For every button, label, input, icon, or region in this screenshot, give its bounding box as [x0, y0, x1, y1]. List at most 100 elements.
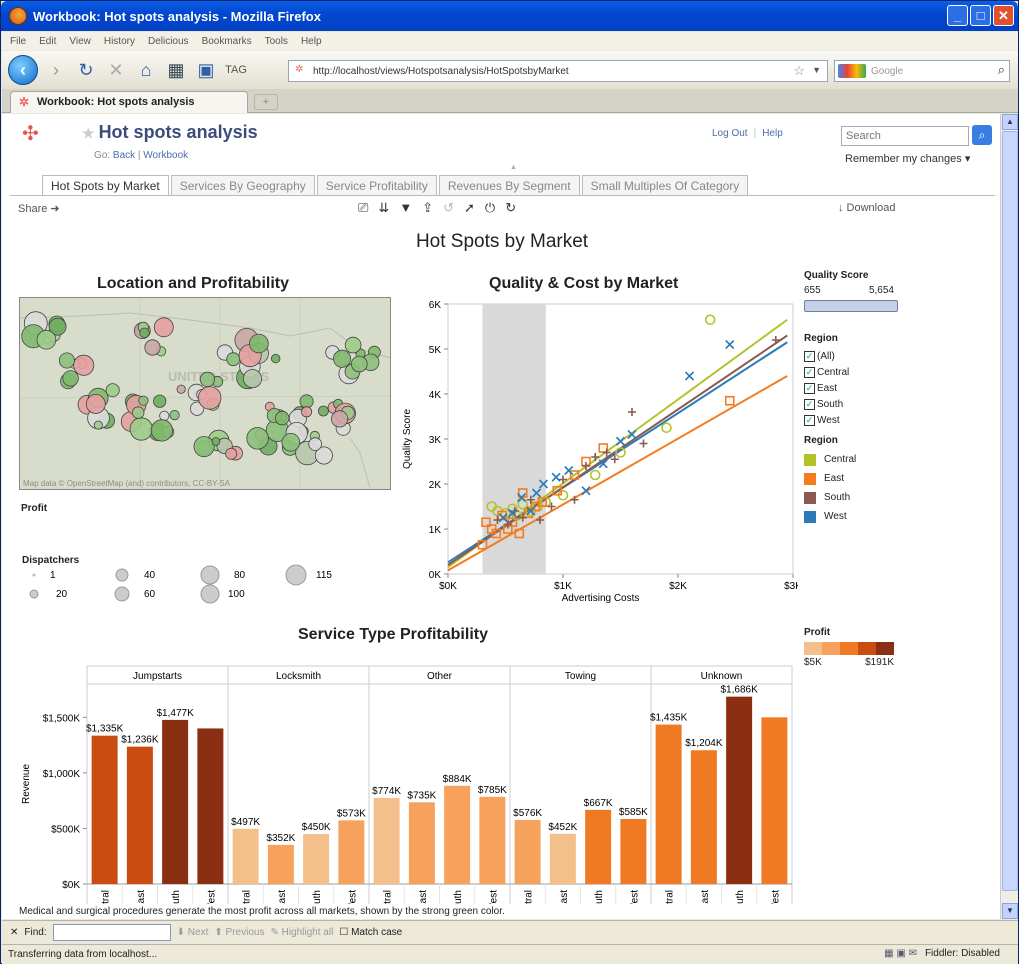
maximize-button[interactable]: □ — [970, 5, 991, 26]
category-label: South — [594, 890, 605, 904]
find-next-button[interactable]: ⬇ Next — [177, 927, 209, 938]
revenue-bar — [338, 820, 365, 884]
map-bubble — [176, 384, 186, 394]
logout-link[interactable]: Log Out — [712, 128, 748, 139]
workbook-search-button[interactable]: ⌕ — [972, 125, 992, 145]
scatter-chart[interactable]: 0K 1K 2K 3K 4K 5K 6K $0K $1K $2K $3K Advertising Co… — [398, 294, 798, 614]
share-button[interactable]: Share ➜ — [18, 202, 60, 215]
url-bar[interactable]: ✲ http://localhost/views/Hotspotsanalysi… — [288, 60, 828, 82]
region-checkbox[interactable]: ✓ West — [804, 412, 849, 428]
search-icon[interactable]: ⌕ — [998, 62, 1005, 78]
match-case-checkbox[interactable]: ☐ Match case — [339, 927, 402, 938]
region-legend-item[interactable]: West — [804, 507, 856, 526]
match-case-label: Match case — [351, 927, 403, 938]
export-icon[interactable]: ⇪ — [422, 200, 433, 216]
category-label: South — [312, 890, 323, 904]
reload-icon[interactable]: ↻ — [74, 58, 98, 82]
quality-range-slider[interactable] — [804, 300, 898, 312]
filter-icon[interactable]: ▼ — [399, 200, 412, 216]
vertical-scrollbar[interactable]: ▲ ▼ — [1000, 114, 1018, 919]
revenue-bar — [373, 798, 400, 884]
view-tab[interactable]: Small Multiples Of Category — [581, 175, 749, 195]
browser-tab[interactable]: Workbook: Hot spots analysis — [10, 91, 248, 113]
minimize-button[interactable]: _ — [947, 5, 968, 26]
pause-icon[interactable]: ⏻ — [485, 200, 495, 216]
checkbox-icon[interactable]: ✓ — [804, 414, 815, 426]
bar-value-label: $1,686K — [720, 685, 758, 696]
x-axis-label: Advertising Costs — [562, 593, 640, 604]
checkbox-icon[interactable]: ✓ — [804, 350, 815, 362]
find-previous-button[interactable]: ⬆ Previous — [214, 927, 264, 938]
collapse-icon[interactable]: ▲ — [510, 164, 517, 171]
checkbox-icon[interactable]: ✓ — [804, 382, 815, 394]
bookmark-star-icon[interactable]: ☆ — [793, 63, 805, 79]
url-text: http://localhost/views/Hotspotsanalysis/… — [313, 65, 569, 77]
region-legend-item[interactable]: South — [804, 488, 856, 507]
map-bubble — [197, 386, 222, 410]
checkbox-icon[interactable]: ✓ — [804, 366, 815, 378]
view-tab[interactable]: Revenues By Segment — [438, 175, 580, 195]
menu-item[interactable]: Bookmarks — [202, 36, 252, 47]
scroll-down-button[interactable]: ▼ — [1002, 903, 1018, 919]
find-close-button[interactable]: ✕ — [10, 927, 18, 938]
bar-value-label: $667K — [584, 798, 613, 809]
sort-icon[interactable]: ⇊ — [378, 200, 389, 216]
profit-map[interactable]: UNITED STATES Map data © OpenStreetMap (… — [19, 297, 391, 490]
new-tab-button[interactable]: + — [254, 94, 278, 110]
tag-icon[interactable]: TAG — [224, 58, 248, 82]
find-input[interactable] — [52, 924, 171, 941]
download-button[interactable]: ↓ Download — [838, 202, 895, 214]
menu-item[interactable]: Tools — [265, 36, 288, 47]
checkbox-icon[interactable]: ✓ — [804, 398, 815, 410]
region-checkbox[interactable]: ✓ (All) — [804, 348, 849, 364]
remember-changes-dropdown[interactable]: Remember my changes ▾ — [845, 152, 970, 165]
menu-item[interactable]: File — [10, 36, 26, 47]
url-dropdown-icon[interactable]: ▼ — [812, 65, 821, 75]
region-legend-item[interactable]: Central — [804, 450, 856, 469]
menu-item[interactable]: Delicious — [148, 36, 189, 47]
bookmark-toolbar-icon[interactable]: ▦ — [164, 58, 188, 82]
fiddler-status[interactable]: Fiddler: Disabled — [925, 948, 1000, 959]
bar-chart[interactable]: Revenue $0K $500K $1,000K $1,500K Jumpstarts $… — [17, 644, 797, 904]
region-legend-item[interactable]: East — [804, 469, 856, 488]
category-label: West — [206, 890, 217, 904]
highlight-all-button[interactable]: ✎ Highlight all — [270, 927, 333, 938]
view-tab[interactable]: Services By Geography — [170, 175, 315, 195]
region-checkbox[interactable]: ✓ Central — [804, 364, 849, 380]
map-bubble — [308, 437, 323, 451]
scroll-up-button[interactable]: ▲ — [1002, 114, 1018, 130]
window-icon[interactable]: ▣ — [194, 58, 218, 82]
back-link[interactable]: Back — [113, 150, 135, 161]
web-search-box[interactable]: Google ⌕ — [834, 60, 1010, 82]
menu-item[interactable]: Edit — [39, 36, 56, 47]
back-button[interactable]: ‹ — [8, 55, 38, 85]
region-checkbox-label: (All) — [817, 350, 835, 362]
menu-item[interactable]: View — [69, 36, 91, 47]
workbook-link[interactable]: Workbook — [143, 150, 188, 161]
view-tab[interactable]: Hot Spots by Market — [42, 175, 169, 195]
workbook-search-input[interactable] — [841, 126, 969, 146]
find-bar: ✕ Find: ⬇ Next ⬆ Previous ✎ Highlight al… — [2, 920, 1018, 944]
scroll-thumb[interactable] — [1002, 131, 1018, 891]
pointer-icon[interactable]: ➚ — [464, 200, 475, 216]
view-tab[interactable]: Service Profitability — [316, 175, 437, 195]
refresh-icon[interactable]: ↻ — [505, 200, 516, 216]
forward-button[interactable]: › — [44, 58, 68, 82]
home-icon[interactable]: ⌂ — [134, 58, 158, 82]
map-bubble — [299, 394, 314, 409]
close-button[interactable]: ✕ — [993, 5, 1014, 26]
menu-item[interactable]: History — [104, 36, 135, 47]
profit-color-legend: Profit $5K $191K — [804, 627, 894, 668]
undo-icon[interactable]: ⎚ — [358, 200, 368, 216]
help-link[interactable]: Help — [762, 128, 783, 139]
revert-icon[interactable]: ↺ — [443, 200, 454, 216]
google-icon[interactable] — [838, 64, 866, 78]
bar-value-label: $585K — [619, 807, 648, 818]
map-bubble — [199, 371, 215, 388]
region-checkbox[interactable]: ✓ South — [804, 396, 849, 412]
bar-value-label: $785K — [478, 785, 507, 796]
stop-icon[interactable]: ✕ — [104, 58, 128, 82]
menu-item[interactable]: Help — [301, 36, 322, 47]
category-label: East — [136, 890, 147, 904]
region-checkbox[interactable]: ✓ East — [804, 380, 849, 396]
